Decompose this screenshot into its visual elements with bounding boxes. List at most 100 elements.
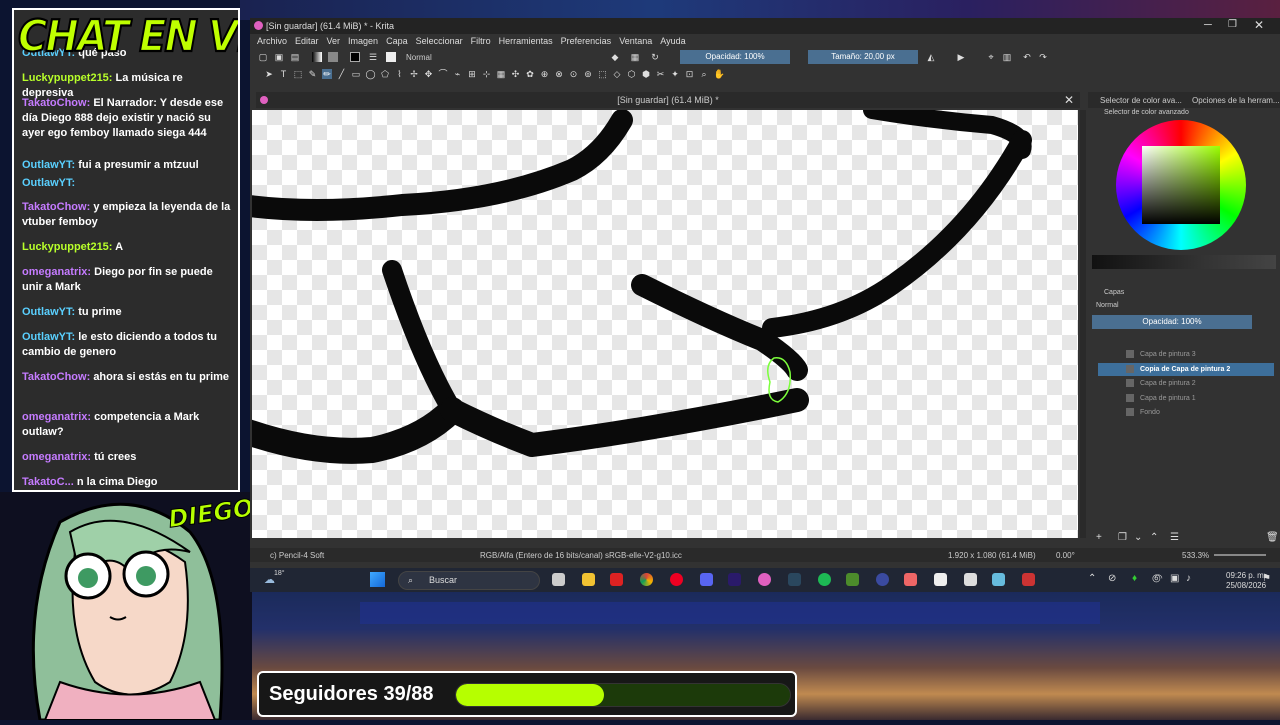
tool-icon[interactable]: ╱ <box>337 69 347 79</box>
start-button[interactable] <box>370 572 385 587</box>
menu-item[interactable]: Filtro <box>471 36 491 46</box>
menu-item[interactable]: Capa <box>386 36 408 46</box>
tool-icon[interactable]: ◇ <box>612 69 622 79</box>
premiere-icon[interactable] <box>728 573 741 586</box>
tool-icon[interactable]: ▭ <box>351 69 361 79</box>
menu-item[interactable]: Editar <box>295 36 319 46</box>
steam-icon[interactable] <box>788 573 801 586</box>
tool-icon[interactable]: ⌒ <box>438 69 448 79</box>
clock-date[interactable]: 25/08/2026 <box>1226 581 1266 590</box>
tool-icon[interactable]: ▦ <box>496 69 506 79</box>
menu-item[interactable]: Imagen <box>348 36 378 46</box>
menu-item[interactable]: Ayuda <box>660 36 685 46</box>
wifi-icon[interactable]: ◠ <box>1154 573 1163 584</box>
app-book-icon[interactable] <box>1022 573 1035 586</box>
tool-icon[interactable]: T <box>279 69 289 79</box>
redo-icon[interactable]: ↷ <box>1038 52 1048 62</box>
tool-icon[interactable]: ◯ <box>366 69 376 79</box>
brush-preset-icon[interactable] <box>386 52 396 62</box>
layer-row[interactable]: Capa de pintura 3 <box>1098 348 1274 361</box>
blend-mode-select[interactable]: Normal <box>406 52 596 64</box>
minecraft-icon[interactable] <box>846 573 859 586</box>
tab-tool-options[interactable]: Opciones de la herram... <box>1192 96 1280 105</box>
tool-icon[interactable]: ✢ <box>409 69 419 79</box>
opacity-slider[interactable]: Opacidad: 100% <box>680 50 790 64</box>
menu-item[interactable]: Herramientas <box>499 36 553 46</box>
tool-icon[interactable]: ⊞ <box>467 69 477 79</box>
tray-app-icon[interactable]: ⊘ <box>1108 573 1116 584</box>
tool-icon[interactable]: ➤ <box>264 69 274 79</box>
tool-icon[interactable]: ✦ <box>670 69 680 79</box>
layer-row[interactable]: Fondo <box>1098 406 1274 419</box>
krita-taskbar-icon[interactable] <box>758 573 771 586</box>
pattern-icon[interactable] <box>328 52 338 62</box>
tool-icon[interactable]: ✿ <box>525 69 535 79</box>
undo-icon[interactable]: ↶ <box>1022 52 1032 62</box>
tool-icon[interactable]: ✣ <box>511 69 521 79</box>
tool-icon[interactable]: ⌇ <box>395 69 405 79</box>
layers-opacity-slider[interactable]: Opacidad: 100% <box>1092 315 1252 329</box>
tool-icon[interactable]: ⬚ <box>598 69 608 79</box>
tool-icon[interactable]: ⊙ <box>569 69 579 79</box>
layer-properties-icon[interactable]: ☰ <box>1170 532 1179 543</box>
tray-gamepad-icon[interactable]: ▣ <box>1170 573 1179 584</box>
layer-row[interactable]: Copia de Capa de pintura 2 <box>1098 362 1274 376</box>
app-red-icon[interactable] <box>610 573 623 586</box>
tool-icon[interactable]: ⬠ <box>380 69 390 79</box>
microphone-icon[interactable]: ♦ <box>1132 573 1137 584</box>
tool-icon[interactable]: ⊡ <box>685 69 695 79</box>
open-document-icon[interactable]: ▣ <box>274 52 284 62</box>
task-view-icon[interactable] <box>552 573 565 586</box>
close-canvas-icon[interactable]: ✕ <box>1064 92 1074 108</box>
discord-icon[interactable] <box>700 573 713 586</box>
drawing-canvas[interactable] <box>252 110 1078 538</box>
tool-icon[interactable]: ⌕ <box>699 69 709 79</box>
tool-icon[interactable]: ⊕ <box>540 69 550 79</box>
zoom-slider[interactable] <box>1214 554 1266 556</box>
eraser-icon[interactable]: ◆ <box>610 52 620 62</box>
volume-icon[interactable]: ♪ <box>1186 573 1191 584</box>
spotify-icon[interactable] <box>818 573 831 586</box>
tool-icon[interactable]: ✎ <box>308 69 318 79</box>
tab-color-selector[interactable]: Selector de color ava... <box>1100 96 1182 105</box>
opera-icon[interactable] <box>670 573 683 586</box>
reload-preset-icon[interactable]: ↻ <box>650 52 660 62</box>
tray-chevron-icon[interactable]: ⌃ <box>1088 573 1096 584</box>
delete-layer-icon[interactable]: 🗑 <box>1266 532 1279 543</box>
move-layer-down-icon[interactable]: ⌄ <box>1134 532 1142 543</box>
tool-icon[interactable]: ⬚ <box>293 69 303 79</box>
new-document-icon[interactable]: ▢ <box>258 52 268 62</box>
maximize-button[interactable]: ❐ <box>1228 19 1237 30</box>
layer-row[interactable]: Capa de pintura 1 <box>1098 392 1274 405</box>
tool-icon[interactable]: ⊹ <box>482 69 492 79</box>
app-face-icon[interactable] <box>934 573 947 586</box>
menu-item[interactable]: Ventana <box>619 36 652 46</box>
clock-time[interactable]: 09:26 p. m. <box>1226 571 1266 580</box>
saturation-value-square[interactable] <box>1142 146 1220 224</box>
move-layer-up-icon[interactable]: ⌃ <box>1150 532 1158 543</box>
wrap-around-icon[interactable]: ⌖ <box>986 52 996 62</box>
store-icon[interactable] <box>964 573 977 586</box>
close-window-button[interactable]: ✕ <box>1254 18 1264 32</box>
notifications-icon[interactable]: ⚑ <box>1262 573 1271 584</box>
add-layer-icon[interactable]: + <box>1096 532 1102 543</box>
size-slider[interactable]: Tamaño: 20,00 px <box>808 50 918 64</box>
mirror-horizontal-icon[interactable]: ◭ <box>926 52 936 62</box>
minimize-button[interactable]: ─ <box>1204 19 1212 31</box>
file-explorer-icon[interactable] <box>582 573 595 586</box>
duplicate-layer-icon[interactable]: ❐ <box>1118 532 1127 543</box>
app-blue-icon[interactable] <box>992 573 1005 586</box>
canvas-vertical-scrollbar[interactable] <box>1080 110 1086 538</box>
tool-icon[interactable]: ⌁ <box>453 69 463 79</box>
menu-item[interactable]: Ver <box>327 36 341 46</box>
tool-icon[interactable]: ⊗ <box>554 69 564 79</box>
obs-icon[interactable] <box>876 573 889 586</box>
workspace-icon[interactable]: ▥ <box>1002 52 1012 62</box>
menu-item[interactable]: Seleccionar <box>416 36 463 46</box>
gradient-icon[interactable] <box>312 52 322 62</box>
layer-row[interactable]: Capa de pintura 2 <box>1098 377 1274 390</box>
tool-icon[interactable]: ✥ <box>424 69 434 79</box>
menu-item[interactable]: Preferencias <box>561 36 612 46</box>
tool-icon[interactable]: ✋ <box>714 69 725 79</box>
tool-icon[interactable]: ⬡ <box>627 69 637 79</box>
